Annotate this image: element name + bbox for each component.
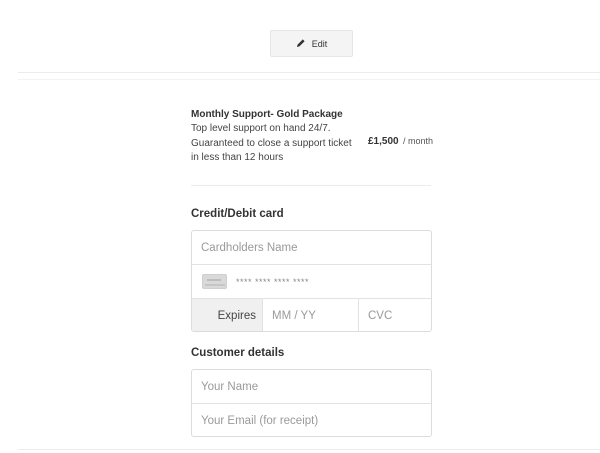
expiry-input[interactable]: MM / YY bbox=[263, 299, 358, 331]
divider bbox=[18, 72, 600, 73]
product-description: Top level support on hand 24/7. Guarante… bbox=[191, 123, 352, 163]
price-amount: £1,500 bbox=[368, 136, 399, 147]
customer-form-group: Your Name Your Email (for receipt) bbox=[191, 369, 432, 437]
cvc-input[interactable]: CVC bbox=[359, 299, 431, 331]
customer-name-input[interactable]: Your Name bbox=[192, 370, 431, 403]
product-summary: Monthly Support- Gold Package Top level … bbox=[191, 108, 433, 166]
expires-label: Expires bbox=[192, 299, 263, 331]
email-row: Your Email (for receipt) bbox=[192, 404, 431, 436]
edit-button-label: Edit bbox=[311, 38, 328, 49]
expiry-row: Expires MM / YY CVC bbox=[192, 299, 431, 331]
card-number-row: **** **** **** **** bbox=[192, 265, 431, 299]
product-price: £1,500 / month bbox=[368, 131, 433, 149]
credit-card-icon bbox=[202, 274, 227, 289]
card-section-title: Credit/Debit card bbox=[191, 208, 284, 220]
divider bbox=[18, 449, 600, 450]
divider bbox=[191, 185, 431, 186]
price-period: / month bbox=[403, 136, 434, 146]
card-number-input[interactable]: **** **** **** **** bbox=[227, 265, 431, 298]
edit-button[interactable]: Edit bbox=[270, 30, 353, 57]
pencil-icon bbox=[296, 38, 306, 50]
cardholder-name-input[interactable]: Cardholders Name bbox=[192, 231, 431, 264]
cardholder-row: Cardholders Name bbox=[192, 231, 431, 265]
product-title: Monthly Support- Gold Package bbox=[191, 109, 343, 120]
customer-section-title: Customer details bbox=[191, 347, 285, 359]
customer-email-input[interactable]: Your Email (for receipt) bbox=[192, 404, 431, 436]
card-form-group: Cardholders Name **** **** **** **** Exp… bbox=[191, 230, 432, 332]
divider bbox=[18, 79, 600, 80]
name-row: Your Name bbox=[192, 370, 431, 404]
